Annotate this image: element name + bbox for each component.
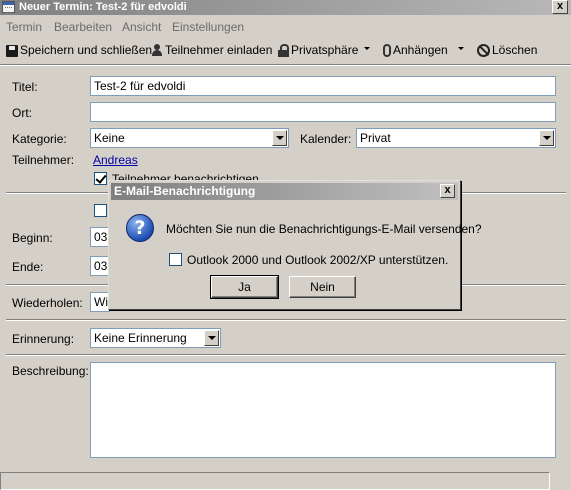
attendees-label: Teilnehmer: (12, 153, 75, 167)
notification-dialog: E-Mail-Benachrichtigung x ? Möchten Sie … (108, 180, 482, 310)
title-label: Titel: (12, 80, 38, 94)
privacy-dropdown-arrow[interactable] (364, 47, 370, 50)
reminder-select[interactable]: Keine Erinnerung (90, 328, 221, 348)
invite-attendees-button[interactable]: Teilnehmer einladen (151, 42, 272, 58)
repeat-select[interactable]: Wie (90, 292, 110, 312)
window-close-button[interactable]: x (552, 0, 568, 14)
chevron-down-icon[interactable] (539, 130, 554, 146)
window-title-bar: Neuer Termin: Test-2 für edvoldi x (0, 0, 571, 15)
dialog-message: Möchten Sie nun die Benachrichtigungs-E-… (166, 222, 482, 236)
delete-icon (477, 44, 490, 58)
chevron-down-icon[interactable] (204, 330, 219, 346)
begin-label: Beginn: (12, 231, 53, 245)
save-close-label: Speichern und schließen (20, 43, 153, 57)
reminder-value: Keine Erinnerung (94, 331, 187, 345)
lock-icon (278, 44, 289, 58)
yes-button[interactable]: Ja (210, 275, 279, 299)
menu-bearbeiten[interactable]: Bearbeiten (54, 20, 112, 34)
description-textarea[interactable] (90, 362, 556, 458)
toolbar-separator (0, 64, 571, 66)
no-button[interactable]: Nein (289, 276, 356, 298)
section-separator-3 (6, 319, 566, 321)
outlook-compat-checkbox[interactable] (169, 253, 182, 266)
person-icon (151, 44, 163, 57)
calendar-value: Privat (360, 131, 391, 145)
location-input[interactable] (90, 102, 556, 122)
question-icon: ? (126, 214, 154, 242)
category-value: Keine (94, 131, 125, 145)
paperclip-icon (383, 44, 391, 58)
dialog-title-bar: E-Mail-Benachrichtigung (111, 183, 458, 200)
calendar-label: Kalender: (300, 132, 352, 146)
attendee-link[interactable]: Andreas (93, 153, 138, 167)
toolbar: Speichern und schließen Teilnehmer einla… (0, 38, 571, 62)
all-day-checkbox[interactable] (94, 204, 107, 217)
window-title: Neuer Termin: Test-2 für edvoldi (19, 1, 187, 13)
chevron-down-icon[interactable] (272, 130, 287, 146)
category-label: Kategorie: (12, 132, 67, 146)
save-icon (6, 44, 18, 57)
calendar-icon (2, 1, 15, 13)
menu-bar: Termin Bearbeiten Ansicht Einstellungen (0, 17, 571, 37)
end-label: Ende: (12, 260, 44, 274)
outlook-compat-label: Outlook 2000 und Outlook 2002/XP unterst… (187, 253, 449, 267)
attach-dropdown-arrow[interactable] (458, 47, 464, 50)
dialog-title: E-Mail-Benachrichtigung (114, 184, 256, 198)
attach-label: Anhängen (393, 43, 448, 57)
privacy-label: Privatsphäre (291, 43, 359, 57)
section-separator-4 (6, 354, 566, 356)
dialog-close-button[interactable]: x (440, 184, 455, 198)
repeat-label: Wiederholen: (12, 296, 83, 310)
category-select[interactable]: Keine (90, 128, 289, 148)
menu-termin[interactable]: Termin (6, 20, 42, 34)
title-input[interactable]: Test-2 für edvoldi (90, 76, 556, 96)
calendar-select[interactable]: Privat (356, 128, 556, 148)
invite-attendees-label: Teilnehmer einladen (165, 43, 273, 57)
privacy-button[interactable]: Privatsphäre (278, 42, 358, 58)
delete-button[interactable]: Löschen (477, 42, 537, 58)
menu-einstellungen[interactable]: Einstellungen (172, 20, 244, 34)
save-close-button[interactable]: Speichern und schließen (6, 42, 152, 58)
attach-button[interactable]: Anhängen (383, 42, 448, 58)
reminder-label: Erinnerung: (12, 332, 75, 346)
notify-attendees-checkbox[interactable] (94, 172, 107, 185)
description-label: Beschreibung: (12, 364, 89, 378)
begin-date-input[interactable]: 03 (90, 227, 110, 247)
delete-label: Löschen (492, 43, 538, 57)
status-bar (0, 472, 550, 490)
location-label: Ort: (12, 106, 32, 120)
menu-ansicht[interactable]: Ansicht (122, 20, 161, 34)
end-date-input[interactable]: 03 (90, 256, 110, 276)
